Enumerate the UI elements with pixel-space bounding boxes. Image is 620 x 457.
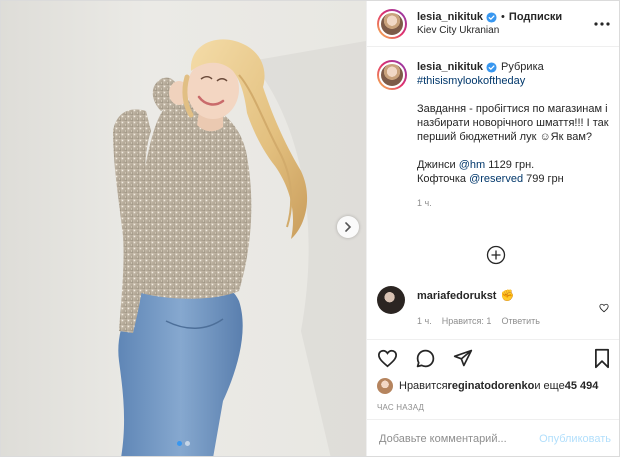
comment-input[interactable]: [377, 432, 540, 446]
post-photo[interactable]: [1, 1, 366, 456]
commenter-avatar[interactable]: [377, 286, 405, 314]
follow-button[interactable]: Подписки: [509, 11, 562, 23]
post-header: lesia_nikituk • Подписки Kiev City Ukran…: [367, 1, 619, 47]
caption-body: lesia_nikituk Рубрика #thisismylookofthe…: [417, 60, 611, 210]
liker-username[interactable]: reginatodorenko: [448, 380, 535, 392]
carousel-next-button[interactable]: [337, 216, 359, 238]
bookmark-icon: [595, 348, 609, 368]
comment-time: 1 ч.: [417, 316, 432, 326]
author-info: lesia_nikituk • Подписки Kiev City Ukran…: [417, 11, 593, 36]
verified-badge-icon: [486, 11, 497, 23]
mention-hm[interactable]: @hm: [459, 159, 485, 171]
publish-button[interactable]: Опубликовать: [539, 433, 611, 445]
plus-circle-icon: [486, 245, 506, 265]
likes-count[interactable]: 45 494: [565, 380, 599, 392]
likes-middle: и еще: [534, 380, 565, 392]
paper-plane-icon: [453, 349, 473, 367]
post-location[interactable]: Kiev City Ukranian: [417, 25, 593, 36]
reply-button[interactable]: Ответить: [501, 316, 539, 326]
post-timestamp: ЧАС НАЗАД: [377, 403, 425, 412]
add-comment-bar: Опубликовать: [367, 419, 619, 456]
caption-avatar[interactable]: [377, 60, 407, 90]
load-more-comments-button[interactable]: [485, 244, 507, 266]
likes-prefix: Нравится: [399, 380, 448, 392]
top-price: 799 грн: [523, 173, 564, 185]
carousel-indicator: [1, 441, 366, 446]
carousel-dot: [185, 441, 190, 446]
post-sidebar: lesia_nikituk • Подписки Kiev City Ukran…: [366, 1, 619, 456]
comment-meta: 1 ч. Нравится: 1 Ответить: [417, 316, 597, 326]
author-username[interactable]: lesia_nikituk: [417, 11, 483, 23]
heart-outline-icon: [599, 303, 609, 312]
likes-summary: Нравится reginatodorenko и еще 45 494: [377, 378, 611, 394]
caption-hashtag[interactable]: #thisismylookoftheday: [417, 75, 525, 87]
woman-photo-illustration: [113, 39, 366, 456]
comment-likes-count[interactable]: Нравится: 1: [442, 316, 492, 326]
comment-body: mariafedorukst ✊ 1 ч. Нравится: 1 Ответи…: [417, 286, 597, 327]
more-horizontal-icon: [594, 21, 610, 26]
mention-reserved[interactable]: @reserved: [469, 173, 523, 185]
heart-icon: [377, 349, 398, 367]
author-avatar[interactable]: [377, 8, 407, 39]
comment-button[interactable]: [415, 346, 439, 370]
jeans-label: Джинси: [417, 159, 459, 171]
comment-text: ✊: [500, 290, 515, 302]
caption-price-line-jeans: Джинси @hm 1129 грн.: [417, 158, 611, 172]
verified-badge-icon: [486, 61, 497, 73]
jeans-price: 1129 грн.: [485, 159, 535, 171]
comment-item: mariafedorukst ✊ 1 ч. Нравится: 1 Ответи…: [377, 286, 611, 326]
separator-dot: •: [501, 11, 505, 23]
post-actions: Нравится reginatodorenko и еще 45 494 ЧА…: [367, 339, 619, 412]
more-options-button[interactable]: [593, 21, 611, 26]
caption-text: Завдання - пробігтися по магазинам і наз…: [417, 103, 609, 143]
caption-time: 1 ч.: [417, 198, 432, 208]
share-button[interactable]: [453, 346, 477, 370]
comment-like-button[interactable]: [597, 289, 611, 326]
comments-section: lesia_nikituk Рубрика #thisismylookofthe…: [367, 48, 619, 338]
commenter-username[interactable]: mariafedorukst: [417, 290, 496, 302]
carousel-dot-active: [177, 441, 182, 446]
like-button[interactable]: [377, 346, 401, 370]
caption: lesia_nikituk Рубрика #thisismylookofthe…: [377, 60, 611, 210]
caption-rubric-label: Рубрика: [501, 61, 544, 73]
comment-bubble-icon: [416, 349, 435, 367]
caption-username[interactable]: lesia_nikituk: [417, 60, 483, 74]
top-label: Кофточка: [417, 173, 470, 185]
caption-price-line-top: Кофточка @reserved 799 грн: [417, 172, 611, 186]
save-button[interactable]: [587, 346, 611, 370]
liker-avatar[interactable]: [377, 378, 393, 394]
chevron-right-icon: [345, 222, 352, 232]
instagram-post: lesia_nikituk • Подписки Kiev City Ukran…: [0, 0, 620, 457]
